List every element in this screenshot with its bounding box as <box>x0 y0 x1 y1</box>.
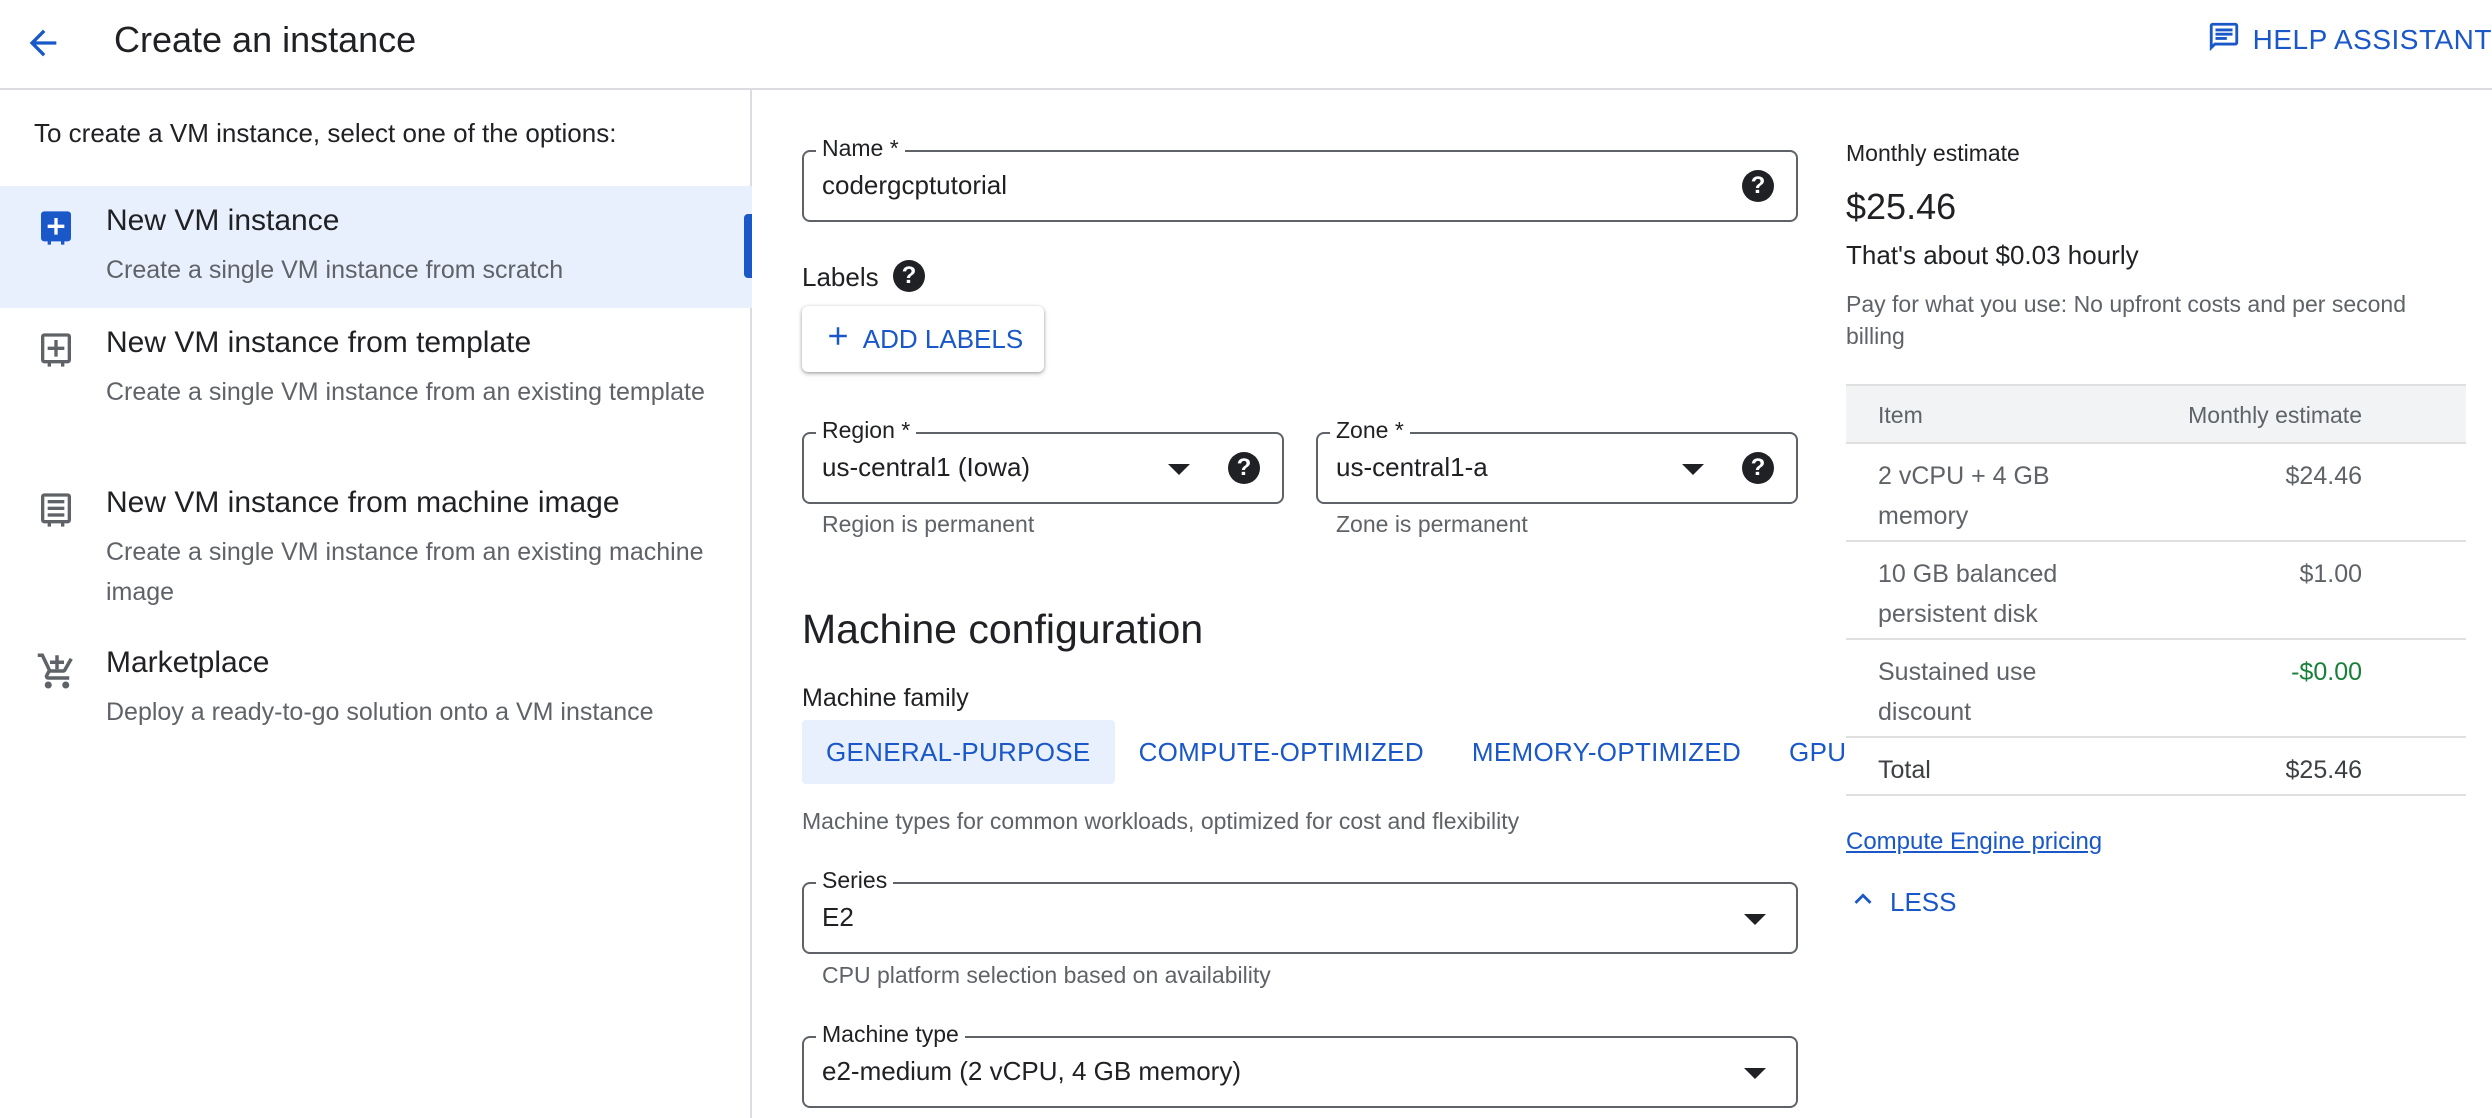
add-box-icon <box>36 208 76 248</box>
back-arrow-icon[interactable] <box>18 18 68 68</box>
zone-hint: Zone is permanent <box>1336 511 1528 537</box>
plus-icon <box>823 321 853 358</box>
labels-title: Labels <box>802 262 879 292</box>
total-value: $25.46 <box>2285 756 2362 784</box>
option-description: Create a single VM instance from scratch <box>106 256 564 284</box>
option-description: Create a single VM instance from an exis… <box>106 538 704 606</box>
zone-value: us-central1-a <box>1336 452 1488 482</box>
region-hint: Region is permanent <box>822 511 1035 537</box>
series-hint: CPU platform selection based on availabi… <box>822 962 1271 988</box>
name-input-value[interactable]: codergcptutorial <box>822 170 1007 201</box>
option-marketplace[interactable]: Marketplace Deploy a ready-to-go solutio… <box>0 628 752 748</box>
chat-icon <box>2207 20 2241 61</box>
chevron-down-icon <box>1744 914 1766 925</box>
option-title: New VM instance from template <box>106 326 532 359</box>
row-value: $24.46 <box>2285 462 2362 490</box>
region-select[interactable]: Region * us-central1 (Iowa) ? <box>802 417 1284 504</box>
option-title: New VM instance from machine image <box>106 486 620 519</box>
option-title: New VM instance <box>106 204 340 237</box>
row-item: 2 vCPU + 4 GB memory <box>1878 462 2050 530</box>
column-header-item: Item <box>1878 402 1923 428</box>
series-label: Series <box>816 867 894 894</box>
name-field-label: Name * <box>816 135 905 162</box>
top-app-bar: Create an instance HELP ASSISTANT <box>0 0 2492 90</box>
row-value: $1.00 <box>2299 560 2362 588</box>
machine-configuration-title: Machine configuration <box>802 606 1204 652</box>
billing-note: Pay for what you use: No upfront costs a… <box>1846 291 2406 349</box>
chevron-down-icon <box>1682 464 1704 475</box>
zone-help-icon[interactable]: ? <box>1742 452 1774 484</box>
page-title: Create an instance <box>114 19 417 60</box>
discount-value: -$0.00 <box>2291 658 2362 686</box>
machine-type-value: e2-medium (2 vCPU, 4 GB memory) <box>822 1056 1241 1086</box>
add-labels-button[interactable]: ADD LABELS <box>802 306 1044 372</box>
compute-engine-pricing-link[interactable]: Compute Engine pricing <box>1846 828 2102 856</box>
region-label: Region * <box>816 417 917 444</box>
tab-compute-optimized[interactable]: COMPUTE-OPTIMIZED <box>1115 720 1448 784</box>
option-title: Marketplace <box>106 646 270 679</box>
zone-label: Zone * <box>1330 417 1410 444</box>
template-icon <box>36 330 76 370</box>
name-help-icon[interactable]: ? <box>1742 170 1774 202</box>
monthly-estimate-title: Monthly estimate <box>1846 140 2020 166</box>
option-new-vm-instance[interactable]: New VM instance Create a single VM insta… <box>0 186 752 308</box>
machine-family-tabs: GENERAL-PURPOSE COMPUTE-OPTIMIZED MEMORY… <box>802 720 1870 784</box>
row-item: Sustained use discount <box>1878 658 2037 726</box>
less-button[interactable]: LESS <box>1846 882 1957 923</box>
table-row: 2 vCPU + 4 GB memory $24.46 <box>1846 444 2466 542</box>
total-label: Total <box>1878 756 1931 784</box>
table-row: 10 GB balanced persistent disk $1.00 <box>1846 542 2466 640</box>
estimate-table: Item Monthly estimate 2 vCPU + 4 GB memo… <box>1846 384 2466 796</box>
add-labels-label: ADD LABELS <box>862 323 1024 354</box>
cart-icon <box>36 650 76 690</box>
tab-general-purpose[interactable]: GENERAL-PURPOSE <box>802 720 1115 784</box>
chevron-up-icon <box>1846 882 1880 923</box>
monthly-estimate-amount: $25.46 <box>1846 186 1957 227</box>
help-assistant-label: HELP ASSISTANT <box>2252 24 2492 55</box>
machine-type-select[interactable]: Machine type e2-medium (2 vCPU, 4 GB mem… <box>802 1021 1798 1108</box>
region-help-icon[interactable]: ? <box>1228 452 1260 484</box>
options-intro: To create a VM instance, select one of t… <box>34 118 617 148</box>
table-row: Sustained use discount -$0.00 <box>1846 640 2466 738</box>
row-item: 10 GB balanced persistent disk <box>1878 560 2058 628</box>
machine-family-description: Machine types for common workloads, opti… <box>802 808 1520 834</box>
machine-family-label: Machine family <box>802 684 969 712</box>
series-value: E2 <box>822 902 854 932</box>
creation-options-panel: To create a VM instance, select one of t… <box>0 90 752 1118</box>
table-header: Item Monthly estimate <box>1846 386 2466 444</box>
tab-memory-optimized[interactable]: MEMORY-OPTIMIZED <box>1448 720 1765 784</box>
option-new-vm-from-machine-image[interactable]: New VM instance from machine image Creat… <box>0 468 752 628</box>
zone-select[interactable]: Zone * us-central1-a ? <box>1316 417 1798 504</box>
chevron-down-icon <box>1744 1068 1766 1079</box>
series-select[interactable]: Series E2 <box>802 867 1798 954</box>
option-description: Deploy a ready-to-go solution onto a VM … <box>106 698 654 726</box>
hourly-estimate: That's about $0.03 hourly <box>1846 240 2139 270</box>
chevron-down-icon <box>1168 464 1190 475</box>
machine-type-label: Machine type <box>816 1021 965 1048</box>
option-description: Create a single VM instance from an exis… <box>106 378 705 406</box>
selected-indicator <box>744 214 752 278</box>
less-label: LESS <box>1890 887 1957 917</box>
machine-image-icon <box>36 490 76 530</box>
name-field[interactable]: Name * codergcptutorial ? <box>802 135 1798 222</box>
help-assistant-button[interactable]: HELP ASSISTANT <box>2207 20 2492 60</box>
option-new-vm-from-template[interactable]: New VM instance from template Create a s… <box>0 308 752 468</box>
labels-help-icon[interactable]: ? <box>893 260 925 292</box>
table-row-total: Total $25.46 <box>1846 738 2466 796</box>
region-value: us-central1 (Iowa) <box>822 452 1031 482</box>
column-header-monthly-estimate: Monthly estimate <box>2188 402 2362 428</box>
